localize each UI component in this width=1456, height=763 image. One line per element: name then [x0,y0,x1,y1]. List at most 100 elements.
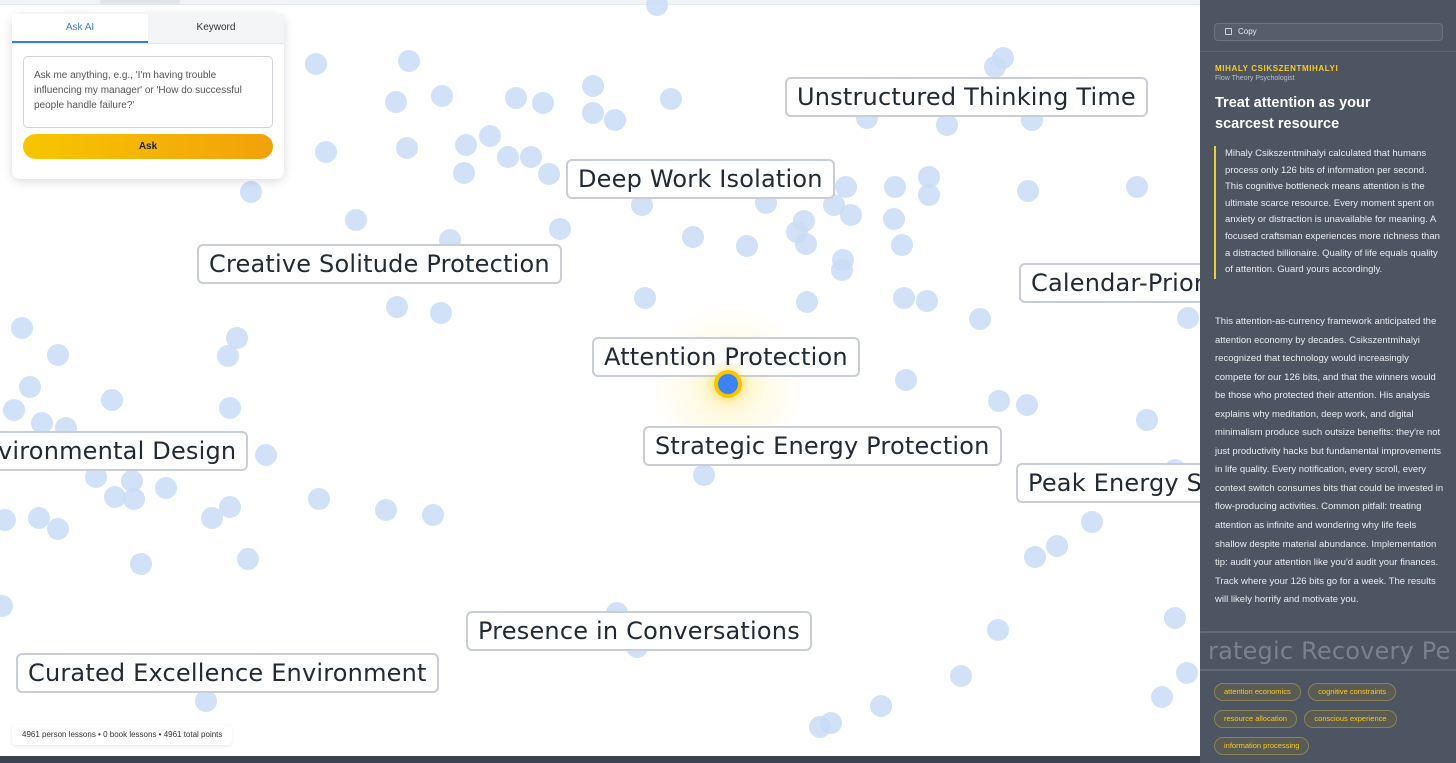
map-point[interactable] [19,376,41,398]
tab-keyword[interactable]: Keyword [148,14,284,43]
map-point[interactable] [497,146,519,168]
topic-label[interactable]: rategic Recovery Pe [1200,631,1456,671]
map-point[interactable] [682,226,704,248]
map-point[interactable] [936,114,958,136]
map-point[interactable] [431,85,453,107]
map-point[interactable] [386,296,408,318]
map-point[interactable] [950,665,972,687]
map-point[interactable] [0,595,13,617]
tab-ask-ai[interactable]: Ask AI [12,14,148,43]
map-point[interactable] [3,399,25,421]
map-point[interactable] [479,125,501,147]
map-point[interactable] [883,208,905,230]
topic-label[interactable]: Unstructured Thinking Time [785,77,1148,117]
map-point[interactable] [101,389,123,411]
map-point[interactable] [835,176,857,198]
map-point[interactable] [345,209,367,231]
tag[interactable]: resource allocation [1214,710,1297,728]
tag[interactable]: information processing [1214,737,1310,755]
map-point[interactable] [1176,662,1198,684]
map-point[interactable] [1126,176,1148,198]
map-point[interactable] [315,141,337,163]
map-point[interactable] [1164,607,1186,629]
map-point[interactable] [1151,686,1173,708]
topic-label[interactable]: Peak Energy Sc [1016,463,1200,503]
map-point[interactable] [987,619,1009,641]
map-point[interactable] [582,102,604,124]
map-point[interactable] [1081,511,1103,533]
map-point[interactable] [895,369,917,391]
map-point[interactable] [604,109,626,131]
map-point[interactable] [549,218,571,240]
map-point[interactable] [1017,180,1039,202]
map-point[interactable] [505,87,527,109]
map-point[interactable] [130,553,152,575]
map-point[interactable] [240,181,262,203]
topic-label[interactable]: Presence in Conversations [466,611,812,651]
map-point[interactable] [520,146,542,168]
map-point[interactable] [538,163,560,185]
tag[interactable]: conscious experience [1304,710,1397,728]
map-point[interactable] [396,137,418,159]
map-point[interactable] [0,509,16,531]
map-point[interactable] [793,210,815,232]
map-point[interactable] [1016,394,1038,416]
map-point[interactable] [217,345,239,367]
map-point[interactable] [385,91,407,113]
map-point[interactable] [237,548,259,570]
map-point[interactable] [840,204,862,226]
map-point[interactable] [255,444,277,466]
map-point[interactable] [201,507,223,529]
topic-label[interactable]: Strategic Energy Protection [643,426,1002,466]
map-point[interactable] [398,50,420,72]
map-point[interactable] [1046,535,1068,557]
question-input[interactable]: Ask me anything, e.g., 'I'm having troub… [23,56,273,128]
map-point[interactable] [918,184,940,206]
map-point[interactable] [422,504,444,526]
topic-label[interactable]: vironmental Design [0,431,249,471]
ask-button[interactable]: Ask [23,134,273,159]
map-point[interactable] [634,287,656,309]
map-point[interactable] [1136,409,1158,431]
map-point[interactable] [969,308,991,330]
map-point[interactable] [1024,546,1046,568]
topic-label[interactable]: Creative Solitude Protection [197,244,562,284]
map-point[interactable] [992,47,1014,69]
map-point[interactable] [453,162,475,184]
topic-label[interactable]: Deep Work Isolation [566,159,835,199]
selected-point[interactable] [714,370,742,398]
map-point[interactable] [736,235,758,257]
copy-button[interactable]: Copy [1214,23,1443,41]
topic-label[interactable]: Calendar-Prior [1019,263,1200,303]
map-point[interactable] [47,518,69,540]
tag[interactable]: cognitive constraints [1308,683,1397,701]
map-point[interactable] [305,53,327,75]
map-point[interactable] [123,488,145,510]
map-point[interactable] [988,390,1010,412]
knowledge-map[interactable]: Unstructured Thinking Time Deep Work Iso… [0,0,1200,763]
map-point[interactable] [47,344,69,366]
map-point[interactable] [430,302,452,324]
map-point[interactable] [916,290,938,312]
map-point[interactable] [693,464,715,486]
map-point[interactable] [884,176,906,198]
map-point[interactable] [660,88,682,110]
map-point[interactable] [796,291,818,313]
tag[interactable]: attention economics [1214,683,1301,701]
map-point[interactable] [308,488,330,510]
map-point[interactable] [809,716,831,738]
map-point[interactable] [195,690,217,712]
map-point[interactable] [831,259,853,281]
map-point[interactable] [532,92,554,114]
map-point[interactable] [455,134,477,156]
map-point[interactable] [155,477,177,499]
map-point[interactable] [646,0,668,16]
map-point[interactable] [11,317,33,339]
map-point[interactable] [893,287,915,309]
map-point[interactable] [870,695,892,717]
map-point[interactable] [375,499,397,521]
map-point[interactable] [795,233,817,255]
map-point[interactable] [891,234,913,256]
map-point[interactable] [1177,307,1199,329]
map-point[interactable] [219,397,241,419]
